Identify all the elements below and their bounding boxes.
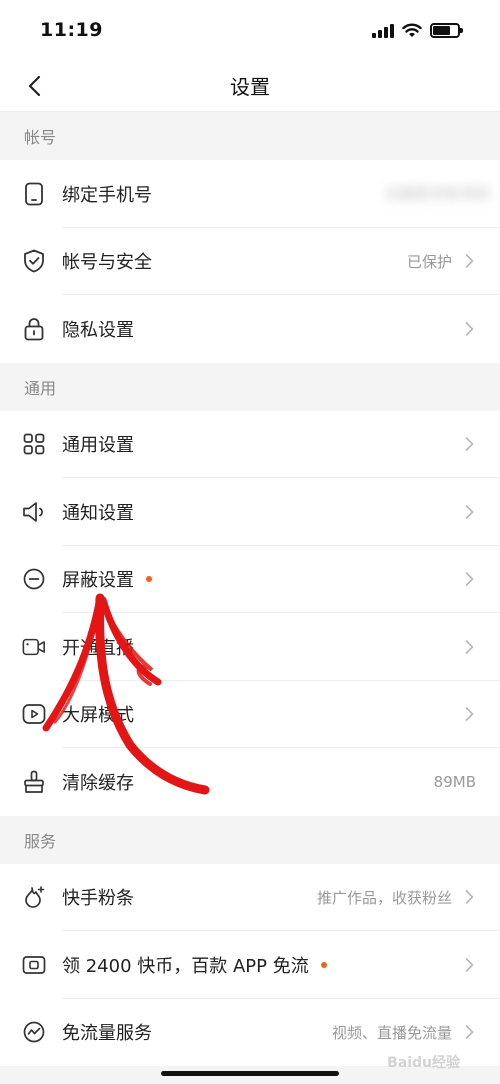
pulse-icon: [22, 1020, 46, 1044]
watermark: Baidu经验: [387, 1055, 460, 1071]
status-time: 11:19: [40, 19, 103, 41]
settings-row-clear-cache[interactable]: 清除缓存 89MB: [0, 748, 500, 816]
broom-icon: [22, 770, 46, 794]
speaker-icon: [22, 500, 46, 524]
row-label: 帐号与安全: [62, 252, 152, 274]
row-label: 通知设置: [62, 502, 134, 524]
settings-row-block[interactable]: 屏蔽设置: [0, 545, 500, 613]
chevron-right-icon: [462, 890, 476, 905]
status-icons: [372, 22, 463, 38]
settings-row-general[interactable]: 通用设置: [0, 410, 500, 478]
status-bar: 11:19: [0, 0, 500, 60]
play-screen-icon: [22, 702, 46, 726]
section-header-service: 服务: [0, 815, 500, 864]
cache-size-value: 89MB: [433, 772, 476, 791]
home-indicator[interactable]: [161, 1071, 339, 1076]
chevron-left-icon: [28, 75, 41, 97]
chevron-right-icon: [462, 639, 476, 654]
wifi-icon: [402, 23, 422, 37]
chevron-right-icon: [462, 1025, 476, 1040]
chevron-right-icon: [462, 572, 476, 587]
row-label: 屏蔽设置: [62, 570, 134, 592]
settings-row-account-security[interactable]: 帐号与安全 已保护: [0, 227, 500, 295]
row-label: 领 2400 快币，百款 APP 免流: [62, 955, 309, 977]
shield-icon: [22, 249, 46, 273]
phone-icon: [22, 182, 46, 206]
new-badge-dot: [320, 961, 327, 968]
settings-row-free-data-coins[interactable]: 领 2400 快币，百款 APP 免流: [0, 931, 500, 999]
cellular-signal-icon: [372, 22, 394, 38]
chevron-right-icon: [462, 254, 476, 269]
sim-card-icon: [22, 953, 46, 977]
block-icon: [22, 567, 46, 591]
row-label: 免流量服务: [62, 1023, 152, 1045]
chevron-right-icon: [462, 707, 476, 722]
grid-icon: [22, 432, 46, 456]
settings-row-fans-promotion[interactable]: 快手粉条 推广作品，收获粉丝: [0, 863, 500, 931]
back-button[interactable]: [18, 70, 50, 102]
section-header-account: 帐号: [0, 112, 500, 160]
section-header-general: 通用: [0, 362, 500, 411]
row-label: 开通直播: [62, 637, 134, 659]
flame-icon: [22, 885, 46, 909]
row-value: 视频、直播免流量: [331, 1023, 452, 1042]
settings-row-bind-phone[interactable]: 绑定手机号 已绑定手机号码: [0, 160, 500, 228]
settings-row-live[interactable]: 开通直播: [0, 613, 500, 681]
phone-number-value: 已绑定手机号码: [384, 185, 490, 204]
row-label: 通用设置: [62, 435, 134, 457]
video-camera-icon: [22, 635, 46, 659]
settings-row-large-screen[interactable]: 大屏模式: [0, 680, 500, 748]
chevron-right-icon: [462, 321, 476, 336]
row-value: 已保护: [406, 252, 452, 271]
settings-row-notification[interactable]: 通知设置: [0, 478, 500, 546]
row-label: 绑定手机号: [62, 184, 152, 206]
battery-icon: [430, 22, 463, 38]
page-title: 设置: [230, 75, 270, 99]
row-label: 大屏模式: [62, 705, 134, 727]
chevron-right-icon: [462, 437, 476, 452]
row-label: 清除缓存: [62, 772, 134, 794]
settings-row-privacy[interactable]: 隐私设置: [0, 295, 500, 363]
new-badge-dot: [146, 576, 152, 583]
lock-icon: [22, 317, 46, 341]
chevron-right-icon: [462, 504, 476, 519]
chevron-right-icon: [462, 957, 476, 972]
row-value: 推广作品，收获粉丝: [316, 888, 452, 907]
row-label: 快手粉条: [62, 888, 134, 910]
nav-bar: 设置: [0, 60, 500, 112]
row-label: 隐私设置: [62, 319, 134, 341]
